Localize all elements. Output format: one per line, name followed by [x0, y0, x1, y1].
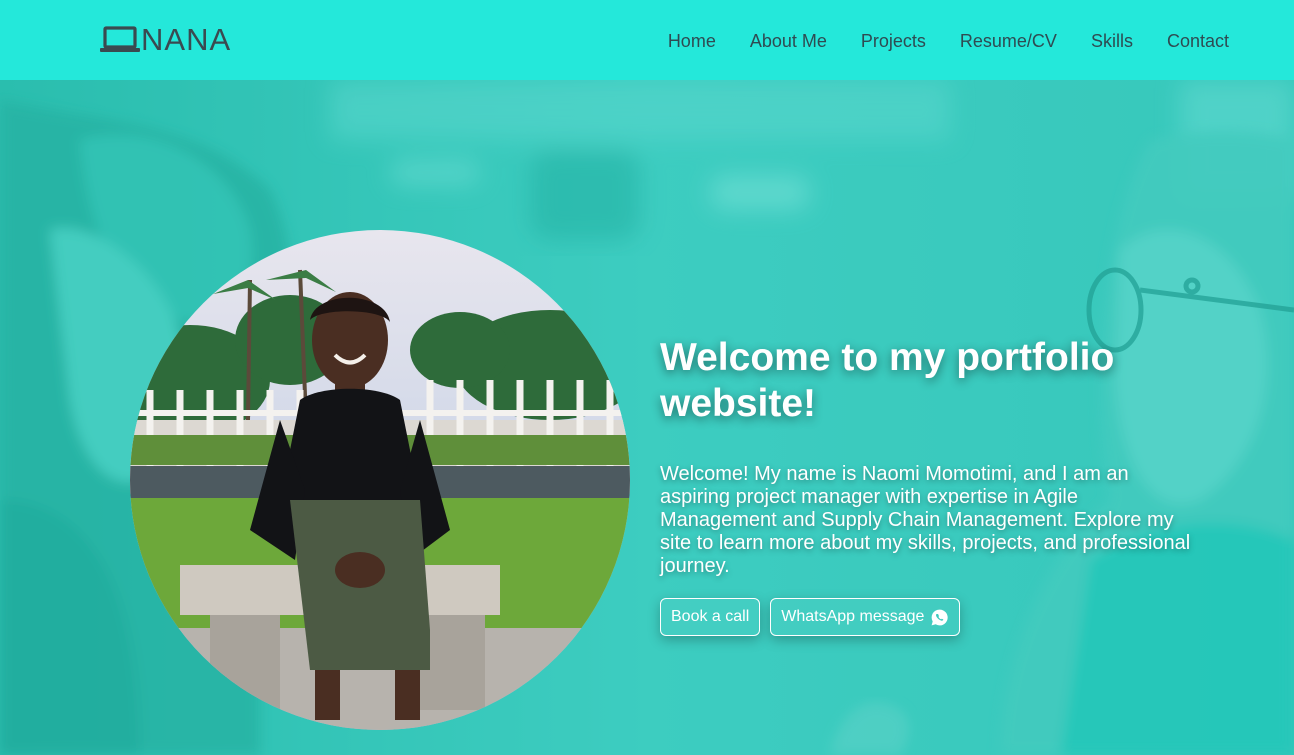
hero-title: Welcome to my portfolio website!	[660, 336, 1115, 425]
nav-contact[interactable]: Contact	[1167, 30, 1229, 52]
whatsapp-message-button[interactable]: WhatsApp message	[770, 598, 961, 636]
logo-text: NANA	[141, 22, 232, 57]
whatsapp-icon	[930, 608, 949, 627]
nav-about-me[interactable]: About Me	[750, 30, 827, 52]
nav-projects[interactable]: Projects	[861, 30, 926, 52]
hero-text-block: Welcome to my portfolio website! Welcome…	[660, 335, 1220, 636]
hero-section: Welcome to my portfolio website! Welcome…	[0, 80, 1294, 755]
nav-resume-cv[interactable]: Resume/CV	[960, 30, 1057, 52]
profile-photo	[130, 230, 630, 730]
hero-description: Welcome! My name is Naomi Momotimi, and …	[660, 463, 1191, 577]
nav-home[interactable]: Home	[668, 30, 716, 52]
nav-skills[interactable]: Skills	[1091, 30, 1133, 52]
navbar: NANA Home About Me Projects Resume/CV Sk…	[0, 0, 1294, 80]
hero-actions: Book a call WhatsApp message	[660, 598, 1220, 636]
whatsapp-message-label: WhatsApp message	[781, 608, 925, 625]
book-call-button[interactable]: Book a call	[660, 598, 761, 636]
book-call-label: Book a call	[671, 608, 750, 625]
brand-logo[interactable]: NANA	[100, 24, 230, 56]
laptop-icon	[100, 26, 140, 54]
main-nav: Home About Me Projects Resume/CV Skills …	[634, 30, 1229, 52]
